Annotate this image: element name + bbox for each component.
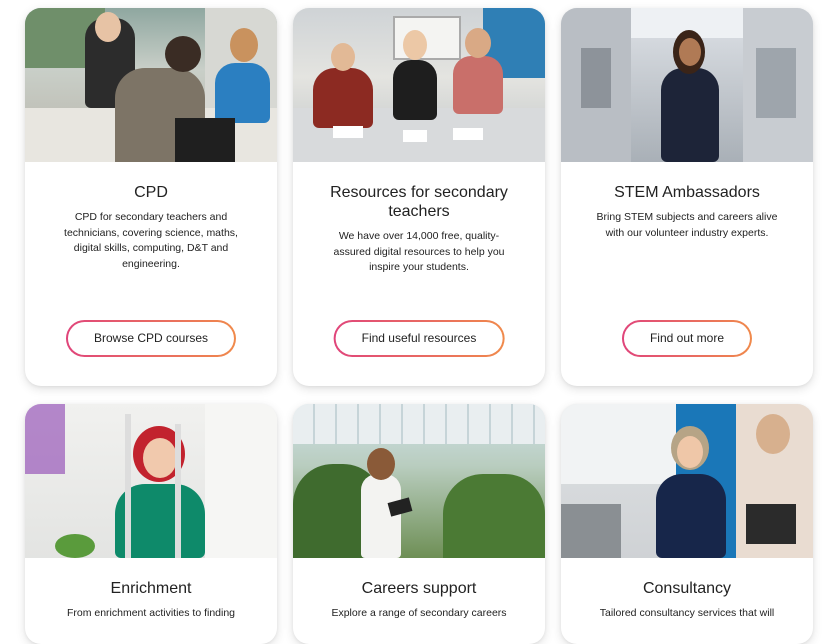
card-title: Resources for secondary teachers: [330, 184, 508, 220]
card-careers-support: Careers support Explore a range of secon…: [293, 404, 545, 644]
card-title: CPD: [134, 184, 168, 201]
lab-experiment-photo: [25, 404, 277, 558]
space-station-photo: [561, 8, 813, 162]
card-description: CPD for secondary teachers and technicia…: [64, 211, 238, 270]
classroom-teachers-photo: [25, 8, 277, 162]
workshop-table-photo: [293, 8, 545, 162]
card-title: Consultancy: [642, 580, 732, 597]
card-title: Careers support: [361, 580, 477, 597]
card-description: Explore a range of secondary careers: [331, 607, 507, 619]
button-label[interactable]: Find useful resources: [335, 322, 503, 355]
card-description: Tailored consultancy services that will: [599, 607, 775, 619]
find-resources-button[interactable]: Find useful resources: [333, 320, 505, 357]
card-enrichment: Enrichment From enrichment activities to…: [25, 404, 277, 644]
button-label[interactable]: Browse CPD courses: [67, 322, 235, 355]
card-description: We have over 14,000 free, quality-assure…: [333, 230, 505, 273]
card-title: STEM Ambassadors: [614, 184, 760, 201]
browse-cpd-button[interactable]: Browse CPD courses: [65, 320, 237, 357]
greenhouse-photo: [293, 404, 545, 558]
card-description: From enrichment activities to finding: [66, 607, 236, 619]
card-consultancy: Consultancy Tailored consultancy service…: [561, 404, 813, 644]
card-grid: CPD CPD for secondary teachers and techn…: [0, 0, 823, 644]
card-description: Bring STEM subjects and careers alive wi…: [596, 211, 778, 239]
card-resources: Resources for secondary teachers We have…: [293, 8, 545, 386]
card-cpd: CPD CPD for secondary teachers and techn…: [25, 8, 277, 386]
button-label[interactable]: Find out more: [623, 322, 751, 355]
card-stem-ambassadors: STEM Ambassadors Bring STEM subjects and…: [561, 8, 813, 386]
find-out-more-button[interactable]: Find out more: [621, 320, 753, 357]
presenter-photo: [561, 404, 813, 558]
card-title: Enrichment: [110, 580, 192, 597]
